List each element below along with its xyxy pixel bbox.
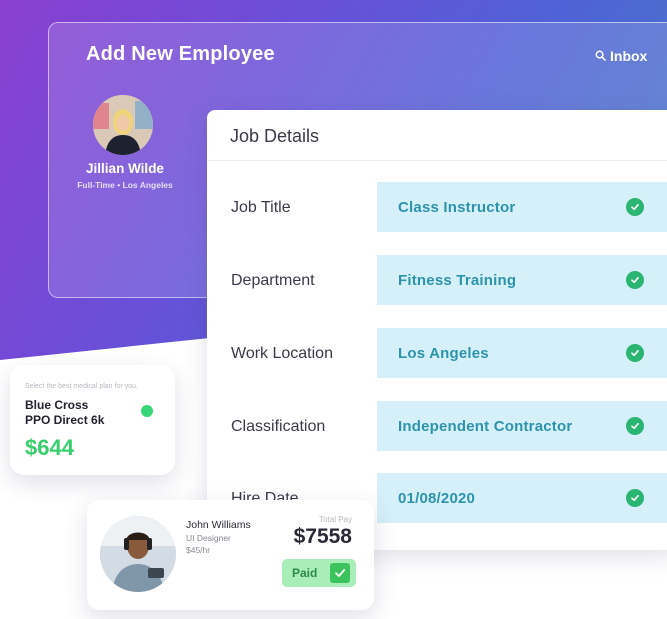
inbox-label: Inbox [610,48,648,64]
insurance-price: $644 [25,435,74,460]
insurance-card[interactable]: Select the best medical plan for you. Bl… [10,365,175,475]
app-stage: Add New Employee Inbox Jillian Wilde Ful… [0,0,667,619]
check-circle-icon [626,271,644,289]
field-value-text: Independent Contractor [398,417,573,435]
field-label-job-title: Job Title [231,199,291,216]
field-label-classification: Classification [231,418,326,435]
employee-avatar[interactable] [93,95,153,155]
total-pay-amount: $7558 [293,525,352,548]
check-circle-icon [626,344,644,362]
insurance-plan-line2: PPO Direct 6k [25,413,105,427]
field-job-title[interactable]: Class Instructor [377,182,667,232]
inbox-link[interactable]: Inbox [595,48,647,64]
checkmark-icon [330,563,350,583]
payee-name: John Williams [186,519,251,531]
field-label-work-location: Work Location [231,345,333,362]
payee-rate: $45/hr [186,545,211,555]
insurance-hint: Select the best medical plan for you. [25,383,138,390]
field-value-text: Class Instructor [398,198,516,216]
employee-name: Jillian Wilde [86,161,164,176]
check-circle-icon [626,417,644,435]
payee-avatar [100,516,176,592]
job-details-title: Job Details [230,126,320,146]
selected-indicator-dot[interactable] [141,405,153,417]
field-hire-date[interactable]: 01/08/2020 [377,473,667,523]
job-details-panel: Job Details Job Title Class Instructor D… [207,110,667,550]
check-circle-icon [626,198,644,216]
page-title: Add New Employee [86,43,275,65]
field-value-text: Fitness Training [398,271,517,289]
divider [207,160,667,161]
payroll-card[interactable]: John Williams UI Designer $45/hr Total P… [87,500,374,610]
check-circle-icon [626,489,644,507]
employee-meta: Full-Time • Los Angeles [77,180,173,190]
paid-status-button[interactable]: Paid [282,559,356,587]
insurance-plan-line1: Blue Cross [25,398,89,412]
insurance-plan-name: Blue Cross PPO Direct 6k [25,398,135,428]
paid-status-label: Paid [292,566,318,580]
field-classification[interactable]: Independent Contractor [377,401,667,451]
field-department[interactable]: Fitness Training [377,255,667,305]
field-value-text: 01/08/2020 [398,489,476,507]
payee-role: UI Designer [186,533,231,543]
total-pay-label: Total Pay [319,515,352,524]
field-label-department: Department [231,272,315,289]
field-value-text: Los Angeles [398,344,489,362]
search-icon [595,48,606,64]
field-work-location[interactable]: Los Angeles [377,328,667,378]
